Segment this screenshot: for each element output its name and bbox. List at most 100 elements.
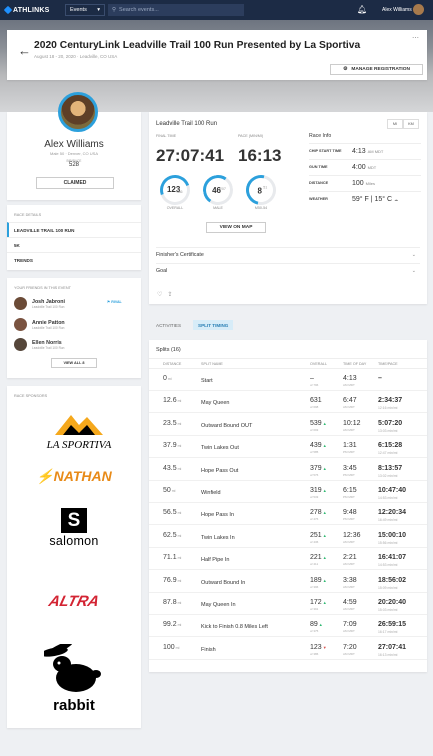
la-sportiva-logo[interactable]: LA SPORTIVA [41,411,117,456]
split-distance: 71.1 mi [163,554,181,561]
race-item-5k[interactable]: 5K [7,237,141,252]
distance-value: 50 [163,487,171,494]
split-name: Hope Pass Out [201,467,239,474]
distance-unit: mi [176,601,182,605]
distance-value: 87.8 [163,599,177,606]
rabbit-logo[interactable]: rabbit [40,641,104,714]
info-value: 4:13 [352,147,366,155]
nav-user-name[interactable]: Alex Williams [382,7,412,13]
overall-value: 189 [310,576,322,584]
tod-value: 1:31 [343,442,357,450]
distance-value: 23.5 [163,419,177,427]
rank-up-icon: ▲ [318,622,323,628]
back-arrow-icon[interactable]: ← [18,43,31,58]
bell-icon[interactable]: 🔔︎ [357,5,367,14]
friend-item[interactable]: Annie Patton Leadville Trail 100 Run [14,318,65,331]
overall-value: 251 [310,531,322,539]
split-time: 15:00:10 [378,531,407,539]
tod-zone: AM MDT [343,584,355,589]
distance-unit: mi [174,645,180,650]
overall-value: 319 [310,487,322,494]
split-name: Half Pipe In [201,557,230,564]
table-row[interactable]: 76.9 mi Outward Bound In 189▲ of 396 3:38 AM … [149,573,427,593]
table-row[interactable]: 37.9 mi Twin Lakes Out 439▲ of 585 1:31 PM MD… [149,438,427,459]
bib-number: BIB/RACE 528 [63,159,85,168]
table-row[interactable]: 99.2 mi Kick to Finish 0.8 Miles Left 89▲ o… [149,617,427,638]
distance-value: 43.5 [163,464,177,472]
claimed-button[interactable]: CLAIMED [36,177,114,189]
result-race-name: Leadville Trail 100 Run [156,121,218,127]
logo-icon [3,5,13,15]
profile-avatar [58,92,98,132]
distance-unit: mi [166,377,172,381]
info-row: DISTANCE 100 Miles [309,175,421,190]
finishers-certificate-accordion[interactable]: Finisher's Certificate ⌄ [156,247,420,261]
rank-up-icon: ▲ [322,600,327,605]
goal-accordion[interactable]: Goal ⌄ [156,263,420,277]
accordion-label: Finisher's Certificate [156,251,204,258]
heart-icon[interactable]: ♡ [157,292,162,298]
tab-activities[interactable]: ACTIVITIES [151,320,186,330]
chevron-down-icon: ⌄ [411,267,416,274]
nav-avatar[interactable] [413,4,424,15]
table-row[interactable]: 56.5 mi Hope Pass In 278▲ of 476 9:48 PM MDT 1… [149,505,427,526]
table-row[interactable]: 50 mi Winfield 319▲ of 533 6:15 PM MDT 10:47:4… [149,483,427,503]
ring-of: 386 [176,190,183,195]
overall-rank-ring: 123 386 [155,170,195,210]
unit-mi-button[interactable]: MI [387,119,403,129]
split-pace: 13:02 min/mi [378,474,397,478]
manage-registration-button[interactable]: ⚙ MANAGE REGISTRATION [330,64,423,75]
athlinks-logo[interactable]: ATHLINKS [3,5,63,15]
race-item-leadville[interactable]: LEADVILLE TRAIL 100 RUN [7,222,141,237]
split-pace: 16:13 min/mi [378,653,397,657]
split-overall: 319▲ [310,487,327,494]
search-input[interactable]: ⚲ Search events... [108,4,244,16]
nathan-logo[interactable]: ⚡NATHAN [7,468,141,485]
ring-label: MALE [213,206,223,210]
table-row[interactable]: 71.1 mi Half Pipe In 221▲ of 411 2:21 AM MDT 1… [149,550,427,571]
tod-zone: AM MDT [343,651,355,656]
split-distance: 100 mi [163,644,179,651]
pace-label: PACE (MIN/MI) [238,134,264,138]
profile-name: Alex Williams [44,139,104,150]
overall-of: of 391 [310,607,319,611]
tod-value: 3:38 [343,576,357,584]
table-row[interactable]: 62.5 mi Twin Lakes In 251▲ of 436 12:36 AM MD… [149,528,427,548]
chevron-down-icon: ▾ [97,7,100,13]
table-row[interactable]: 12.6 mi May Queen 631 of 698 6:47 AM MDT 2:34:… [149,393,427,414]
pace-unit: min/mi [387,608,398,612]
table-row[interactable]: 0 mi Start – of 796 4:13 AM MDT – [149,371,427,391]
view-all-friends-button[interactable]: VIEW ALL 8 [51,358,97,368]
info-value: 100 [352,179,364,187]
view-on-map-button[interactable]: VIEW ON MAP [206,222,266,233]
info-row: GUN TIME 4:00 MDT [309,159,421,174]
split-overall: 631 [310,397,322,404]
overall-value: 439 [310,442,322,450]
sponsors-heading: RACE SPONSORS [14,394,48,398]
ring-label: M50-54 [254,206,268,210]
result-actions: ♡ ⇪ [157,291,172,298]
friend-item[interactable]: Ellen Norris Leadville Trail 100 Run [14,338,64,351]
salomon-logo[interactable]: S salomon [40,508,108,548]
unit-km-button[interactable]: KM [403,119,419,129]
final-time: 27:07:41 [156,146,225,165]
friend-item[interactable]: Josh Jabroni Leadville Trail 100 Run [14,297,65,310]
split-time-of-day: 7:09 [343,621,357,628]
event-title: 2020 CenturyLink Leadville Trail 100 Run… [34,40,361,51]
events-dropdown[interactable]: Events ▾ [65,4,105,16]
pace-value: 16:17 [378,630,387,635]
tab-split-timing[interactable]: SPLIT TIMING [193,320,234,330]
altra-logo[interactable]: ALTRA [5,593,143,610]
table-row[interactable]: 87.8 mi May Queen In 172▲ of 391 4:59 AM MDT 2… [149,595,427,615]
overall-value: 379 [310,464,322,472]
tod-zone: AM MDT [343,427,355,432]
overall-of: of 693 [310,427,319,432]
overall-of: of 386 [310,651,319,656]
more-icon[interactable]: ⋯ [412,34,419,42]
la-sportiva-text: LA SPORTIVA [46,439,112,451]
race-item-trends[interactable]: TRENDS [7,252,141,267]
table-row[interactable]: 23.5 mi Outward Bound OUT 539▲ of 693 10:12 A… [149,416,427,436]
share-icon[interactable]: ⇪ [167,292,172,298]
table-row[interactable]: 100 mi Finish 123▼ of 386 7:20 AM MDT 27:07:41… [149,640,427,660]
table-row[interactable]: 43.5 mi Hope Pass Out 379▲ of 576 3:45 PM MDT… [149,461,427,481]
